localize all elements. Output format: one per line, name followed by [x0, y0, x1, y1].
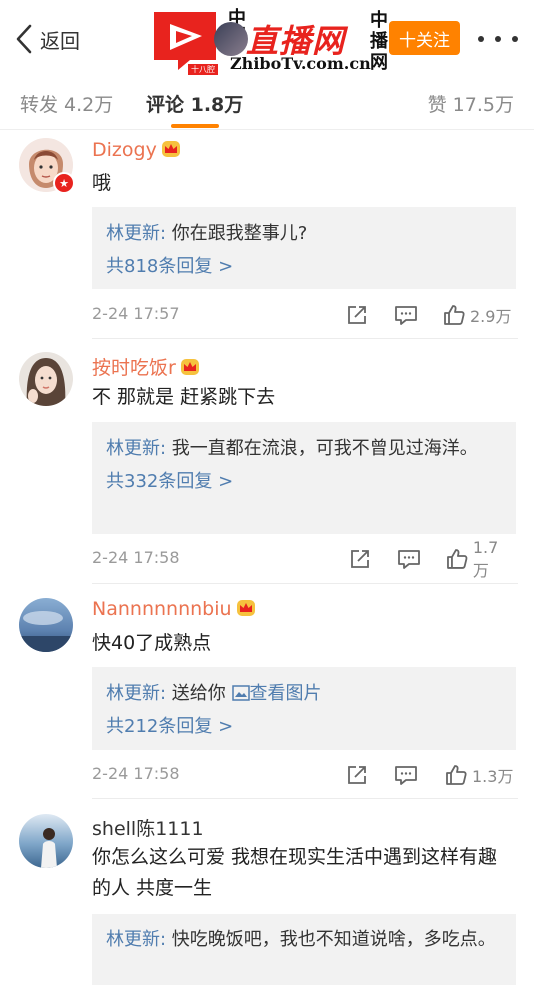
username-text: 按时吃饭r	[92, 357, 176, 379]
reply-preview[interactable]: 林更新: 快吃晚饭吧，我也不知道说啥，多吃点。	[92, 914, 516, 985]
comment-meta: 2-24 17:57 2.9万	[92, 304, 514, 328]
comment-divider	[92, 583, 518, 584]
reply-text: 我一直都在流浪，可我不曾见过海洋。	[166, 438, 478, 459]
comment-username[interactable]: 按时吃饭r	[92, 353, 200, 380]
comment-divider	[92, 338, 518, 339]
comment-item: 按时吃饭r 不 那就是 赶紧跳下去 林更新: 我一直都在流浪，可我不曾见过海洋。…	[0, 340, 534, 585]
avatar-beach-photo-icon	[19, 814, 73, 868]
like-button[interactable]: 2.9万	[442, 302, 511, 328]
image-icon	[231, 685, 250, 701]
reply-button[interactable]	[397, 546, 421, 572]
like-button[interactable]: 1.3万	[444, 762, 513, 788]
thumbs-up-icon	[446, 765, 467, 785]
comment-date: 2-24 17:58	[92, 764, 180, 783]
reply-line: 林更新: 我一直都在流浪，可我不曾见过海洋。	[106, 434, 502, 463]
avatar-photo-icon	[19, 352, 73, 406]
vip-crown-icon	[180, 359, 199, 375]
comment-text: 你怎么这么可爱 我想在现实生活中遇到这样有趣的人 共度一生	[92, 846, 498, 899]
like-count: 1.7万	[472, 537, 499, 580]
comment-meta: 2-24 17:58 1.3万	[92, 764, 514, 788]
comment-date: 2-24 17:58	[92, 548, 180, 567]
comment-icon	[395, 766, 417, 785]
comment-icon	[395, 306, 417, 325]
play-logo-icon	[154, 12, 216, 70]
like-count: 2.9万	[470, 307, 512, 326]
comment-icon	[398, 550, 420, 569]
comment-text: 哦	[92, 172, 112, 194]
comment-username[interactable]: shell陈1111	[92, 814, 204, 841]
reply-preview[interactable]: 林更新: 我一直都在流浪，可我不曾见过海洋。 共332条回复 >	[92, 422, 516, 534]
tab-repost[interactable]: 转发 4.2万	[20, 90, 113, 117]
comment-meta: 2-24 17:58 1.7万	[92, 538, 514, 580]
reply-author[interactable]: 林更新:	[106, 929, 166, 950]
share-icon	[351, 550, 369, 568]
reply-button[interactable]	[394, 762, 418, 788]
reply-count-link[interactable]: 共818条回复 >	[106, 252, 502, 282]
reply-text: 送给你	[166, 683, 232, 704]
comment-item: Nannnnnnnbiu 快40了成熟点 林更新: 送给你 查看图片 共212条…	[0, 585, 534, 800]
avatar[interactable]	[19, 814, 73, 868]
comment-divider	[92, 798, 518, 799]
reply-author[interactable]: 林更新:	[106, 683, 166, 704]
back-label: 返回	[40, 28, 80, 53]
follow-button[interactable]: 十关注	[389, 21, 460, 55]
reply-preview[interactable]: 林更新: 你在跟我整事儿? 共818条回复 >	[92, 207, 516, 289]
comment-text: 不 那就是 赶紧跳下去	[92, 386, 276, 408]
author-avatar	[214, 22, 248, 56]
dot-icon	[495, 36, 501, 42]
reply-count-link[interactable]: 共212条回复 >	[106, 712, 502, 742]
reply-line: 林更新: 送给你 查看图片	[106, 679, 502, 708]
reply-author[interactable]: 林更新:	[106, 223, 166, 244]
like-button[interactable]: 1.7万	[445, 538, 514, 580]
reply-author[interactable]: 林更新:	[106, 438, 166, 459]
comment-username[interactable]: Nannnnnnnbiu	[92, 598, 256, 620]
verified-badge-icon: ★	[53, 172, 75, 194]
share-button[interactable]	[346, 302, 368, 328]
reply-line: 林更新: 快吃晚饭吧，我也不知道说啥，多吃点。	[106, 925, 502, 954]
comment-date: 2-24 17:57	[92, 304, 180, 323]
comment-text: 快40了成熟点	[92, 632, 212, 654]
comment-item: ★ Dizogy 哦 林更新: 你在跟我整事儿? 共818条回复 > 2-24 …	[0, 131, 534, 340]
tab-bar: 转发 4.2万 评论 1.8万 赞 17.5万	[0, 78, 534, 130]
more-options-button[interactable]	[478, 26, 518, 52]
avatar-sky-photo-icon	[19, 598, 73, 652]
share-icon	[348, 766, 366, 784]
dot-icon	[512, 36, 518, 42]
logo-url-text: ZhiboTv.com.cn	[230, 54, 371, 73]
chevron-left-icon	[16, 24, 32, 54]
reply-text: 快吃晚饭吧，我也不知道说啥，多吃点。	[166, 929, 496, 950]
like-count: 1.3万	[472, 767, 514, 786]
dot-icon	[478, 36, 484, 42]
reply-count-link[interactable]: 共332条回复 >	[106, 467, 502, 497]
avatar[interactable]	[19, 598, 73, 652]
username-text: Nannnnnnnbiu	[92, 598, 232, 620]
share-icon	[348, 306, 366, 324]
comment-username[interactable]: Dizogy	[92, 139, 181, 161]
logo-sub-text: 十八腔	[188, 64, 218, 75]
username-text: Dizogy	[92, 139, 157, 161]
thumbs-up-icon	[447, 549, 468, 569]
tab-like[interactable]: 赞 17.5万	[428, 90, 514, 117]
share-button[interactable]	[349, 546, 371, 572]
reply-preview[interactable]: 林更新: 送给你 查看图片 共212条回复 >	[92, 667, 516, 750]
comment-item: shell陈1111 你怎么这么可爱 我想在现实生活中遇到这样有趣的人 共度一生…	[0, 800, 534, 985]
view-image-link[interactable]: 查看图片	[231, 683, 322, 704]
top-bar: 返回 十八腔 中国 直播网 ZhiboTv.com.cn 中播网 十关注	[0, 0, 534, 78]
vip-crown-icon	[236, 600, 255, 616]
username-text: shell陈1111	[92, 818, 204, 840]
active-tab-indicator	[171, 124, 219, 128]
reply-line: 林更新: 你在跟我整事儿?	[106, 219, 502, 248]
reply-button[interactable]	[394, 302, 418, 328]
vip-crown-icon	[161, 141, 180, 157]
avatar[interactable]	[19, 352, 73, 406]
back-button[interactable]: 返回	[14, 22, 80, 56]
view-image-label: 查看图片	[249, 683, 322, 704]
watermark-logo: 十八腔 中国 直播网 ZhiboTv.com.cn 中播网	[150, 8, 396, 76]
reply-text: 你在跟我整事儿?	[166, 223, 308, 244]
share-button[interactable]	[346, 762, 368, 788]
thumbs-up-icon	[444, 305, 465, 325]
